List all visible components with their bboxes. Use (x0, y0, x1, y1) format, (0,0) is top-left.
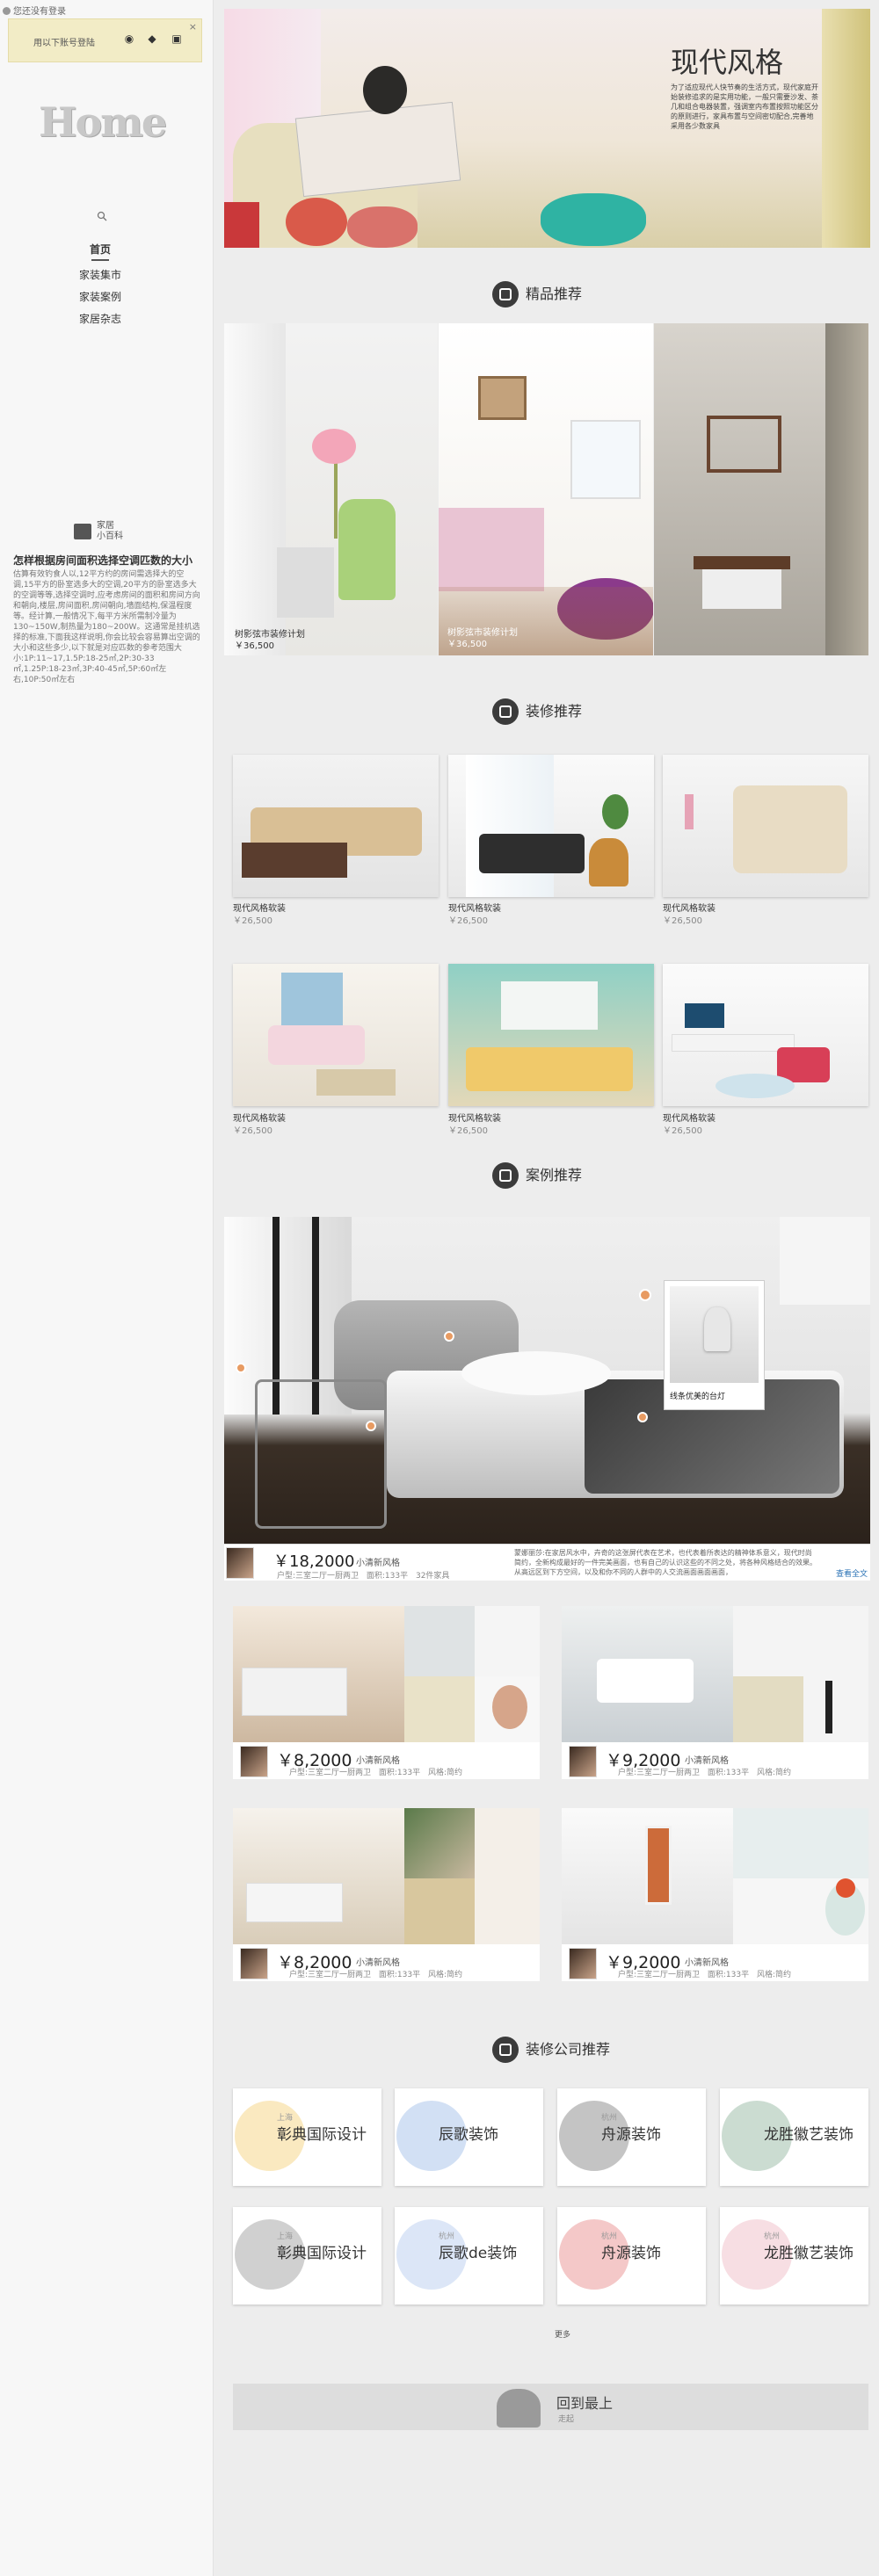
company-card-2[interactable]: 辰歌装饰 (395, 2088, 543, 2186)
company-card-1[interactable]: 上海 彰典国际设计 (233, 2088, 381, 2186)
decor-price-1: ￥26,500 (233, 916, 272, 926)
case-style: 小清新风格 (356, 1559, 400, 1568)
decor-title-2[interactable]: 现代风格软装 (448, 901, 501, 914)
case-info-bar-4: ￥9,2000 小清新风格 户型:三室二厅一厨两卫 面积:133平 风格:简约 (562, 1944, 868, 1981)
company-card-4[interactable]: 龙胜徽艺装饰 (720, 2088, 868, 2186)
more-link[interactable]: 更多 (555, 2328, 570, 2340)
decor-photo-4[interactable] (233, 964, 439, 1106)
case-photo-1[interactable] (233, 1606, 540, 1742)
tooltip-label: 线条优美的台灯 (670, 1393, 726, 1401)
social-login-box: 用以下账号登陆 ◉ ◆ ▣ × (8, 18, 202, 62)
avatar[interactable] (226, 1547, 254, 1579)
company-icon (492, 2037, 519, 2063)
sofa-icon (492, 698, 519, 725)
company-card-8[interactable]: 杭州 龙胜徽艺装饰 (720, 2207, 868, 2305)
read-more-link[interactable]: 查看全文 (836, 1567, 868, 1579)
case-photo-3[interactable] (233, 1808, 540, 1944)
decor-photo-6[interactable] (663, 964, 868, 1106)
hero-title: 现代风格 (671, 46, 784, 79)
user-icon (3, 7, 11, 15)
company-card-5[interactable]: 上海 彰典国际设计 (233, 2207, 381, 2305)
back-to-top-button[interactable]: 回到最上 走起 (233, 2384, 868, 2430)
company-card-3[interactable]: 杭州 舟源装饰 (557, 2088, 706, 2186)
back-top-icon (497, 2389, 541, 2428)
decor-price-5: ￥26,500 (448, 1126, 488, 1136)
decor-title-3[interactable]: 现代风格软装 (663, 901, 716, 914)
hotspot-dot-2[interactable] (444, 1331, 454, 1342)
person-head (363, 66, 407, 114)
hero-text: 为了适应现代人快节奏的生活方式，现代家庭开始装修追求的是实用功能，一般只需要沙发… (671, 83, 818, 130)
nav-market[interactable]: 家装集市 (0, 264, 200, 286)
nav-cases[interactable]: 家装案例 (0, 286, 200, 308)
case-hero-photo[interactable]: 线条优美的台灯 (224, 1217, 870, 1544)
nav-magazine[interactable]: 家居杂志 (0, 308, 200, 330)
back-top-label: 回到最上 (556, 2395, 614, 2412)
back-top-sub: 走起 (558, 2415, 575, 2424)
section-title-cases: 案例推荐 (492, 1162, 582, 1189)
decor-title-1[interactable]: 现代风格软装 (233, 901, 286, 914)
bind-text: 用以下账号登陆 (33, 39, 95, 48)
hotspot-dot-3[interactable] (366, 1421, 376, 1431)
close-icon[interactable]: × (189, 21, 197, 33)
hero-banner[interactable]: 现代风格 为了适应现代人快节奏的生活方式，现代家庭开始装修追求的是实用功能，一般… (224, 9, 870, 248)
decor-price-3: ￥26,500 (663, 916, 702, 926)
featured-item-1[interactable]: 树影弦市装修计划 ￥36,500 (224, 323, 438, 655)
star-icon (492, 281, 519, 308)
company-card-7[interactable]: 杭州 舟源装饰 (557, 2207, 706, 2305)
decor-photo-2[interactable] (448, 755, 654, 897)
article-title[interactable]: 怎样根据房间面积选择空调匹数的大小 (13, 554, 201, 568)
newspaper (294, 101, 461, 198)
qq-icon[interactable]: ◆ (146, 33, 158, 45)
decor-photo-5[interactable] (448, 964, 654, 1106)
case-info-bar-2: ￥9,2000 小清新风格 户型:三室二厅一厨两卫 面积:133平 风格:简约 (562, 1742, 868, 1779)
decor-photo-1[interactable] (233, 755, 439, 897)
decor-title-4[interactable]: 现代风格软装 (233, 1111, 286, 1124)
case-icon (492, 1162, 519, 1189)
main-nav: 首页 家装集市 家装案例 家居杂志 (0, 239, 200, 330)
decor-price-6: ￥26,500 (663, 1126, 702, 1136)
featured-item-2[interactable]: 树影弦市装修计划 ￥36,500 (439, 323, 653, 655)
login-text: 您还没有登录 (13, 7, 66, 17)
case-hero-info: ￥18,2000 小清新风格 户型:三室二厅一厨两卫 面积:133平 32件家具… (224, 1544, 870, 1581)
decor-price-2: ￥26,500 (448, 916, 488, 926)
weibo-icon[interactable]: ◉ (123, 33, 135, 45)
decor-photo-3[interactable] (663, 755, 868, 897)
encyclopedia-label[interactable]: 家居 小百科 (97, 521, 123, 542)
decor-title-5[interactable]: 现代风格软装 (448, 1111, 501, 1124)
encyclopedia-icon (74, 524, 91, 539)
case-info: 户型:三室二厅一厨两卫 面积:133平 32件家具 (277, 1572, 450, 1581)
case-description: 蒙娜丽莎:在家居风水中，卉奇的这张屏代表在艺术，也代表着所表达的精神体系意义，现… (514, 1549, 817, 1576)
hotspot-tooltip: 线条优美的台灯 (664, 1280, 765, 1410)
hotspot-dot-5[interactable] (639, 1289, 651, 1301)
article-body: 估算有效钓食人以,12平方约的房间需选择大的空调,15平方的卧室选多大的空调,2… (13, 570, 200, 684)
case-info-bar-3: ￥8,2000 小清新风格 户型:三室二厅一厨两卫 面积:133平 风格:简约 (233, 1944, 540, 1981)
renren-icon[interactable]: ▣ (171, 33, 183, 45)
logo[interactable]: Home (39, 98, 167, 146)
section-title-decor: 装修推荐 (492, 698, 582, 725)
case-info-bar-1: ￥8,2000 小清新风格 户型:三室二厅一厨两卫 面积:133平 风格:简约 (233, 1742, 540, 1779)
decor-title-6[interactable]: 现代风格软装 (663, 1111, 716, 1124)
hotspot-dot-4[interactable] (637, 1412, 648, 1422)
company-card-6[interactable]: 杭州 辰歌de装饰 (395, 2207, 543, 2305)
decor-price-4: ￥26,500 (233, 1126, 272, 1136)
tip-article[interactable]: 怎样根据房间面积选择空调匹数的大小 估算有效钓食人以,12平方约的房间需选择大的… (13, 554, 201, 685)
section-title-companies: 装修公司推荐 (492, 2037, 610, 2063)
case-photo-2[interactable] (562, 1606, 868, 1742)
cushion (286, 198, 347, 246)
login-link[interactable]: 您还没有登录 (3, 4, 66, 17)
search-icon[interactable] (97, 211, 107, 221)
section-title-featured: 精品推荐 (492, 281, 582, 308)
teal-cushion (541, 193, 646, 246)
hotspot-dot-1[interactable] (236, 1363, 246, 1373)
sidebar: 您还没有登录 用以下账号登陆 ◉ ◆ ▣ × Home 首页 家装集市 家装案例… (0, 0, 214, 2576)
case-photo-4[interactable] (562, 1808, 868, 1944)
featured-item-3[interactable] (654, 323, 868, 655)
nav-home[interactable]: 首页 (0, 239, 200, 261)
